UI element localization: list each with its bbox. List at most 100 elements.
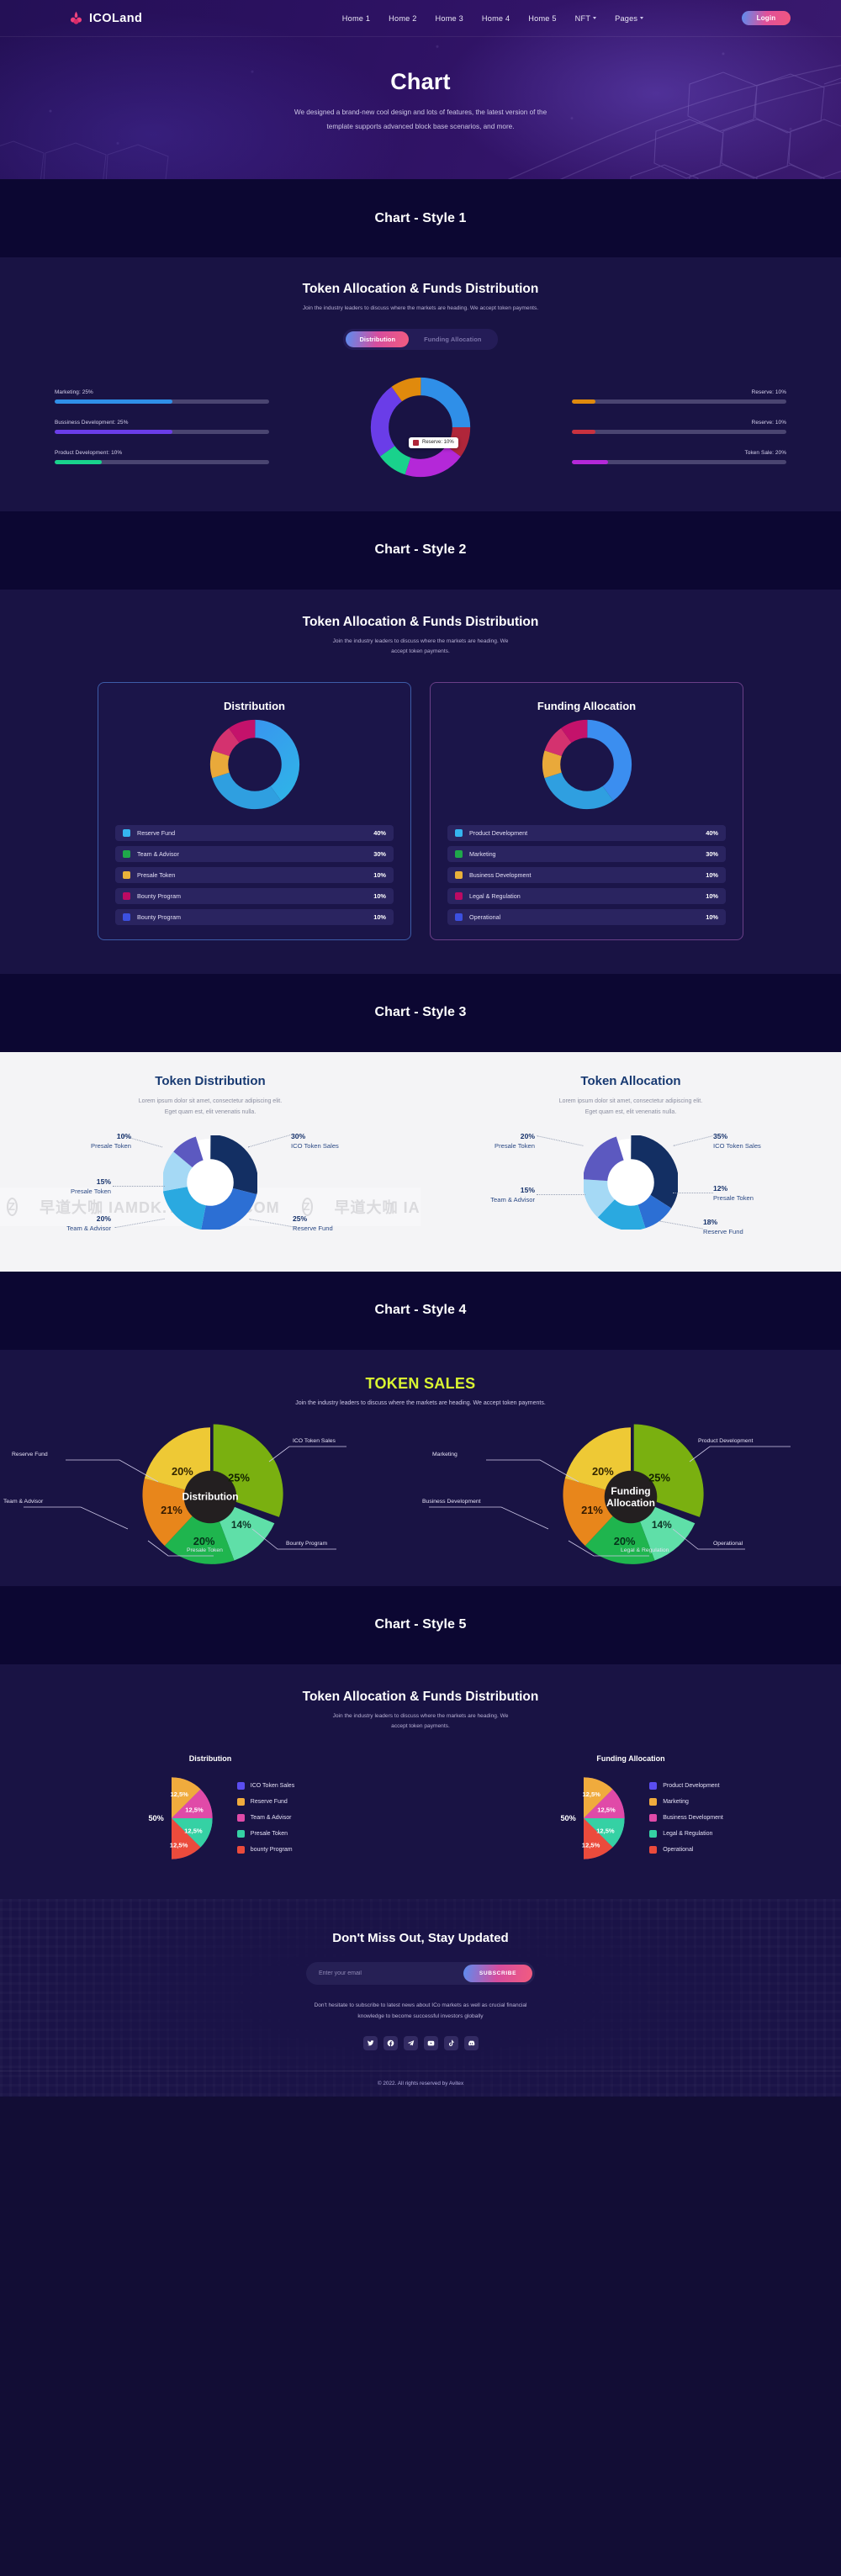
facebook-icon[interactable] [383,2035,398,2050]
legend-item[interactable]: Operational [649,1846,723,1854]
tab-funding-allocation[interactable]: Funding Allocation [410,331,495,347]
sub-line-1: Lorem ipsum dolor sit amet, consectetur … [558,1098,703,1104]
legend-item[interactable]: ICO Token Sales [236,1782,294,1791]
discord-icon[interactable] [463,2035,479,2050]
label-legal-regulation: Legal & Regulation [621,1547,669,1553]
legend-row[interactable]: Business Development 10% [447,866,726,883]
label-percent: 30% [291,1131,306,1140]
leader-line [673,1135,713,1146]
nav-item-home-1[interactable]: Home 1 [342,14,370,23]
legend-row[interactable]: Presale Token 10% [115,866,394,883]
email-input[interactable] [309,1970,463,1976]
label-presale-token: Presale Token [187,1547,223,1553]
legend-row[interactable]: Bounty Program 10% [115,908,394,925]
label-name: Team & Advisor [66,1224,111,1232]
legend-label: Product Development [663,1783,720,1790]
legend-row[interactable]: Operational 10% [447,908,726,925]
legend-label: Reserve Fund [250,1799,288,1806]
nav-item-home-4[interactable]: Home 4 [482,14,510,23]
label-percent: 18% [703,1217,718,1226]
label-name: ICO Token Sales [291,1141,339,1150]
style5-funding-legend: Product Development Marketing Business D… [649,1782,723,1854]
legend-swatch-icon [123,849,130,858]
style5-distribution-pie-chart[interactable]: 50% 12,5% 12,5% 12,5% 12,5% [126,1773,217,1864]
nav-item-home-5[interactable]: Home 5 [528,14,556,23]
legend-row[interactable]: Marketing 30% [447,845,726,862]
newsletter-form: SUBSCRIBE [306,1961,535,1985]
legend-value: 30% [373,849,386,858]
legend-row[interactable]: Team & Advisor 30% [115,845,394,862]
tiktok-icon[interactable] [443,2035,458,2050]
legend-item[interactable]: Marketing [649,1798,723,1806]
footer-section: Don't Miss Out, Stay Updated SUBSCRIBE D… [0,1898,841,2097]
legend-swatch-icon [123,891,130,900]
legend-item[interactable]: Product Development [649,1782,723,1791]
progress-track [572,460,786,465]
subscribe-button[interactable]: SUBSCRIBE [463,1964,532,1982]
distribution-donut-chart[interactable] [208,717,302,812]
svg-text:12,5%: 12,5% [170,1791,188,1798]
progress-fill [55,460,103,465]
style1-heading: Token Allocation & Funds Distribution [302,282,539,296]
telegram-icon[interactable] [403,2035,418,2050]
legend-item[interactable]: bounty Program [236,1846,294,1854]
legend-item[interactable]: Business Development [649,1814,723,1822]
label-reserve-18: 18% Reserve Fund [703,1218,804,1235]
legend-value: 10% [706,891,718,900]
twitter-icon[interactable] [362,2035,378,2050]
nav-item-nft[interactable]: NFT [575,14,597,23]
legend-item[interactable]: Presale Token [236,1830,294,1838]
nav-item-home-2[interactable]: Home 2 [389,14,416,23]
token-sales-title: TOKEN SALES [365,1374,476,1392]
brand-logo-group[interactable]: ICOLand [50,11,244,25]
legend-value: 10% [706,912,718,921]
nav-item-pages[interactable]: Pages [615,14,644,23]
legend-item[interactable]: Reserve Fund [236,1798,294,1806]
style1-bars-left: Marketing: 25% Bussiness Development: 25… [55,389,269,465]
style2-subheading: Join the industry leaders to discuss whe… [0,637,841,658]
legend-label: Bounty Program [137,912,181,921]
chart-style-2-section: Token Allocation & Funds Distribution Jo… [0,589,841,974]
chevron-down-icon [640,17,644,19]
legend-row[interactable]: Product Development 40% [447,824,726,841]
banner-style-3: Chart - Style 3 [0,973,841,1052]
legend-row[interactable]: Bounty Program 10% [115,887,394,904]
banner-title: Chart - Style 2 [374,542,467,558]
progress-item-business-development: Bussiness Development: 25% [55,420,269,435]
progress-item-marketing: Marketing: 25% [55,389,269,405]
login-button[interactable]: Login [742,11,791,25]
token-allocation-block: Token Allocation Lorem ipsum dolor sit a… [420,1074,841,1246]
card-title: Funding Allocation [537,699,637,712]
tab-distribution[interactable]: Distribution [346,331,410,347]
label-name: Reserve Fund [293,1224,333,1232]
legend-value: 10% [706,870,718,879]
tooltip-label: Reserve: 10% [422,440,454,446]
leader-line [113,1185,165,1187]
style5-funding-title: Funding Allocation [596,1753,665,1763]
youtube-icon[interactable] [423,2035,438,2050]
style1-donut-chart[interactable] [367,373,474,481]
label-ico-30: 30% ICO Token Sales [291,1132,383,1150]
legend-row[interactable]: Reserve Fund 40% [115,824,394,841]
svg-text:50%: 50% [561,1814,576,1822]
page-root: ICOLand Home 1 Home 2 Home 3 Home 4 Home… [0,0,841,2097]
legend-row[interactable]: Legal & Regulation 10% [447,887,726,904]
svg-text:12,5%: 12,5% [583,1791,601,1798]
nav-item-home-3[interactable]: Home 3 [436,14,463,23]
style5-funding-pie-chart[interactable]: 50% 12,5% 12,5% 12,5% 12,5% [538,1773,629,1864]
legend-item[interactable]: Team & Advisor [236,1814,294,1822]
nav-label: Home 2 [389,13,417,23]
token-distribution-donut-chart[interactable] [163,1135,257,1230]
leader-line [537,1193,585,1195]
legend-value: 40% [373,828,386,837]
legend-item[interactable]: Legal & Regulation [649,1830,723,1838]
legend-value: 10% [373,870,386,879]
progress-track [55,430,269,435]
leader-line [114,1218,165,1229]
nav-label: Home 1 [341,13,371,23]
token-allocation-donut-chart[interactable] [584,1135,678,1230]
progress-item-reserve-1: Reserve: 10% [572,389,786,405]
banner-style-2: Chart - Style 2 [0,510,841,590]
legend-label: Bounty Program [137,891,181,900]
funding-allocation-donut-chart[interactable] [540,717,634,812]
